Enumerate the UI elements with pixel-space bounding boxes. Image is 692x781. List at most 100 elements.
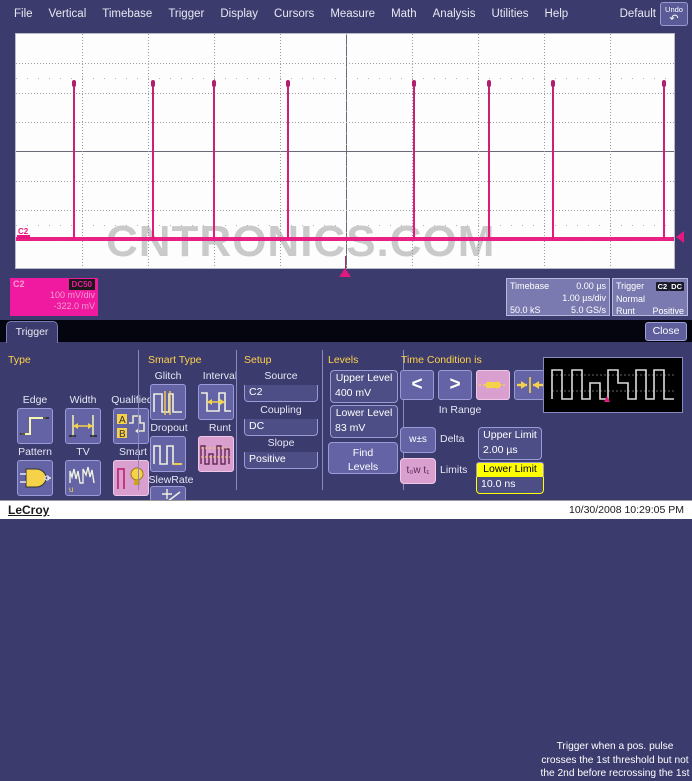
smart-glitch-button[interactable] bbox=[150, 384, 186, 420]
divider-type bbox=[138, 350, 139, 490]
channel-badge-coupling: DC50 bbox=[69, 279, 95, 290]
levels-upper-label: Upper Level bbox=[330, 370, 398, 386]
trigger-level-marker[interactable] bbox=[676, 231, 684, 243]
setup-slope-field[interactable]: Positive bbox=[244, 452, 318, 469]
smart-runt-button[interactable] bbox=[198, 436, 234, 472]
waveform-spike-cap bbox=[72, 80, 76, 87]
channel-badge-scale: 100 mV/div bbox=[13, 290, 95, 301]
trigger-position-marker[interactable] bbox=[339, 268, 351, 277]
menu-item-measure[interactable]: Measure bbox=[322, 5, 383, 23]
menu-bar: File Vertical Timebase Trigger Display C… bbox=[0, 0, 692, 28]
divider-setup bbox=[322, 350, 323, 490]
setup-coupling-field[interactable]: DC bbox=[244, 419, 318, 436]
trigger-status-badge[interactable]: Trigger C2DC Normal Runt Positive bbox=[612, 278, 688, 316]
menu-item-display[interactable]: Display bbox=[212, 5, 266, 23]
levels-upper-field[interactable]: 400 mV bbox=[330, 386, 398, 403]
setup-source-field[interactable]: C2 bbox=[244, 385, 318, 402]
waveform-spike bbox=[287, 82, 289, 239]
menu-item-file[interactable]: File bbox=[6, 5, 41, 23]
gridline-v-1 bbox=[82, 34, 83, 268]
timebase-badge-memory: 50.0 kS bbox=[510, 304, 541, 316]
type-pattern-button[interactable] bbox=[17, 460, 53, 496]
trigger-badge-slope: Positive bbox=[652, 305, 684, 317]
lecroy-logo: LeCroy bbox=[8, 503, 49, 517]
smart-slewrate-label: SlewRate bbox=[136, 474, 206, 486]
gridline-h-1 bbox=[16, 63, 674, 64]
setup-source-label: Source bbox=[244, 370, 318, 382]
trigger-badge-mode: Normal bbox=[616, 293, 684, 305]
waveform-spike-cap bbox=[551, 80, 555, 87]
type-width-button[interactable] bbox=[65, 408, 101, 444]
channel-offset-handle[interactable] bbox=[17, 235, 30, 239]
waveform-spike-cap bbox=[412, 80, 416, 87]
limits-mode-button[interactable]: t₀w t₁ bbox=[400, 458, 436, 484]
lower-limit-field[interactable]: 10.0 ns bbox=[476, 477, 544, 494]
tickrow-1 bbox=[16, 78, 674, 79]
tickcol-center bbox=[346, 34, 347, 268]
levels-lower-field[interactable]: 83 mV bbox=[330, 421, 398, 438]
time-condition-less-button[interactable]: < bbox=[400, 370, 434, 400]
menu-item-cursors[interactable]: Cursors bbox=[266, 5, 322, 23]
trigger-description: Trigger when a pos. pulse crosses the 1s… bbox=[540, 740, 690, 781]
waveform-spike-cap bbox=[212, 80, 216, 87]
find-levels-button[interactable]: Find Levels bbox=[328, 442, 398, 474]
interval-icon bbox=[199, 385, 233, 419]
gridline-v-7 bbox=[478, 34, 479, 268]
time-condition-in-range-button[interactable] bbox=[476, 370, 510, 400]
menu-item-vertical[interactable]: Vertical bbox=[41, 5, 95, 23]
waveform-spike bbox=[488, 82, 490, 239]
gridline-center-h bbox=[16, 151, 674, 152]
glitch-icon bbox=[151, 385, 185, 419]
trigger-dialog: Trigger Close Type Edge Width Q bbox=[0, 320, 692, 500]
type-tv-label: TV bbox=[58, 446, 108, 458]
waveform-spike-cap bbox=[286, 80, 290, 87]
trigger-badge-title: Trigger bbox=[616, 280, 644, 293]
menu-item-utilities[interactable]: Utilities bbox=[483, 5, 536, 23]
channel-badge-name: C2 bbox=[13, 279, 25, 290]
find-levels-line2: Levels bbox=[329, 460, 397, 474]
waveform-grid[interactable]: CNTRONICS.COM C2 bbox=[15, 33, 675, 269]
svg-text:B: B bbox=[119, 429, 126, 440]
gridline-h-6 bbox=[16, 210, 674, 211]
delta-mode-button[interactable]: w±s bbox=[400, 427, 436, 453]
find-levels-line1: Find bbox=[329, 446, 397, 460]
waveform-spike-cap bbox=[662, 80, 666, 87]
less-than-icon: < bbox=[411, 374, 422, 395]
type-tv-button[interactable]: u bbox=[65, 460, 101, 496]
dialog-tabstrip bbox=[0, 320, 692, 342]
timebase-badge-rate: 5.0 GS/s bbox=[571, 304, 606, 316]
menu-item-help[interactable]: Help bbox=[537, 5, 577, 23]
timebase-badge-scale: 1.00 µs/div bbox=[562, 292, 606, 304]
gridline-v-4 bbox=[280, 34, 281, 268]
smart-interval-button[interactable] bbox=[198, 384, 234, 420]
upper-limit-label: Upper Limit bbox=[478, 427, 542, 443]
waveform-trace-baseline bbox=[16, 237, 674, 241]
upper-limit-field[interactable]: 2.00 µs bbox=[478, 443, 542, 460]
time-condition-state-label: In Range bbox=[410, 404, 510, 416]
gridline-h-3 bbox=[16, 122, 674, 123]
timebase-status-badge[interactable]: Timebase 0.00 µs 1.00 µs/div 50.0 kS 5.0… bbox=[506, 278, 610, 316]
waveform-spike bbox=[552, 82, 554, 239]
width-trigger-icon bbox=[66, 409, 100, 443]
menu-item-math[interactable]: Math bbox=[383, 5, 425, 23]
tab-trigger[interactable]: Trigger bbox=[6, 321, 58, 343]
type-edge-button[interactable] bbox=[17, 408, 53, 444]
channel-badge-offset: -322.0 mV bbox=[13, 301, 95, 312]
greater-than-icon: > bbox=[449, 374, 460, 395]
close-button[interactable]: Close bbox=[645, 322, 687, 341]
menu-item-timebase[interactable]: Timebase bbox=[94, 5, 160, 23]
channel-status-badge[interactable]: C2 DC50 100 mV/div -322.0 mV bbox=[10, 278, 98, 316]
setup-coupling-label: Coupling bbox=[244, 404, 318, 416]
menu-item-trigger[interactable]: Trigger bbox=[160, 5, 212, 23]
smart-dropout-button[interactable] bbox=[150, 436, 186, 472]
gridline-v-9 bbox=[610, 34, 611, 268]
in-range-icon bbox=[477, 371, 509, 399]
trigger-badge-coupling-chip: DC bbox=[669, 282, 684, 291]
gridline-h-2 bbox=[16, 93, 674, 94]
time-condition-greater-button[interactable]: > bbox=[438, 370, 472, 400]
smart-interval-label: Interval bbox=[192, 370, 248, 382]
runt-waveform-preview bbox=[544, 358, 682, 412]
menu-item-analysis[interactable]: Analysis bbox=[425, 5, 484, 23]
tickrow-2 bbox=[16, 225, 674, 226]
undo-button[interactable]: Undo ↶ bbox=[660, 2, 688, 26]
